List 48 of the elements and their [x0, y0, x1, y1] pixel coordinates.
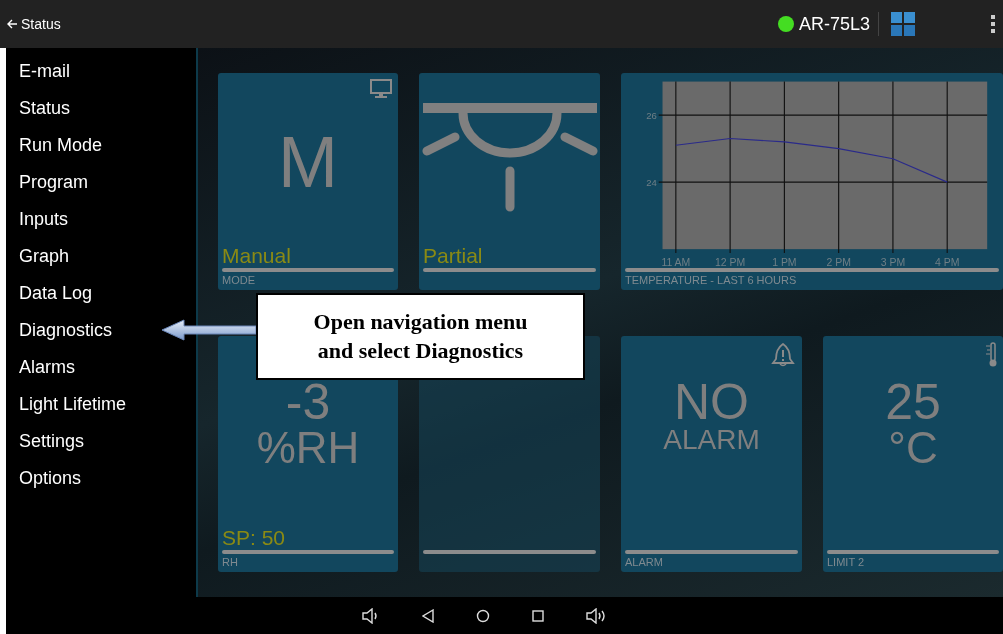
tile-status: Partial	[423, 245, 484, 266]
tile-value: M	[278, 128, 338, 197]
axis-label: 24	[646, 176, 657, 188]
nav-menu-item[interactable]: Graph	[6, 238, 83, 275]
axis-label: 3 PM	[880, 257, 906, 269]
nav-menu-item[interactable]: Inputs	[6, 201, 82, 238]
axis-label: 2 PM	[826, 257, 851, 269]
nav-menu-item[interactable]: Run Mode	[6, 127, 116, 164]
thermometer-icon	[985, 342, 997, 368]
nav-menu-item[interactable]: E-mail	[6, 53, 83, 90]
nav-menu-item[interactable]: Light Lifetime	[6, 386, 140, 423]
recent-apps-button[interactable]	[531, 609, 544, 622]
grid-logo-icon[interactable]	[891, 12, 915, 36]
volume-down-button[interactable]	[361, 607, 380, 624]
nav-menu-item[interactable]: Data Log	[6, 275, 106, 312]
nav-menu-item[interactable]: Options	[6, 460, 95, 497]
nav-menu-item[interactable]: Alarms	[6, 349, 88, 386]
tile-value: %RH	[256, 426, 360, 469]
tile-value: °C	[888, 426, 938, 469]
nav-menu-item[interactable]: Settings	[6, 423, 98, 460]
home-button[interactable]	[475, 608, 490, 623]
tile-label: TEMPERATURE - LAST 6 HOURS	[625, 273, 798, 287]
more-options-icon[interactable]	[991, 15, 995, 33]
tile-label: MODE	[222, 273, 256, 287]
device-name: AR-75L3	[798, 13, 870, 35]
tile-value: NO	[674, 379, 749, 427]
axis-label: 26	[646, 109, 657, 121]
tile-value: 25	[885, 379, 941, 427]
axis-label: 11 AM	[661, 257, 691, 269]
volume-up-button[interactable]	[585, 607, 608, 624]
tile-label: ALARM	[625, 555, 664, 569]
back-arrow-icon	[6, 18, 18, 30]
tile-value: -3	[285, 379, 331, 427]
monitor-icon	[370, 79, 392, 99]
nav-menu-item[interactable]: Program	[6, 164, 102, 201]
tile-value: ALARM	[663, 426, 760, 454]
nav-menu-item[interactable]: Diagnostics	[6, 312, 126, 349]
tile-status: SP: 50	[222, 527, 287, 548]
tile-status: Manual	[222, 245, 292, 266]
alert-bell-icon	[770, 342, 796, 368]
nav-menu-item[interactable]: Status	[6, 90, 84, 127]
axis-label: 12 PM	[715, 257, 746, 269]
back-button[interactable]	[421, 608, 434, 623]
back-button[interactable]: Status	[6, 16, 61, 32]
axis-label: 1 PM	[772, 257, 797, 269]
axis-label: 4 PM	[935, 257, 960, 269]
tile-label: LIMIT 2	[827, 555, 866, 569]
tile-label: RH	[222, 555, 239, 569]
